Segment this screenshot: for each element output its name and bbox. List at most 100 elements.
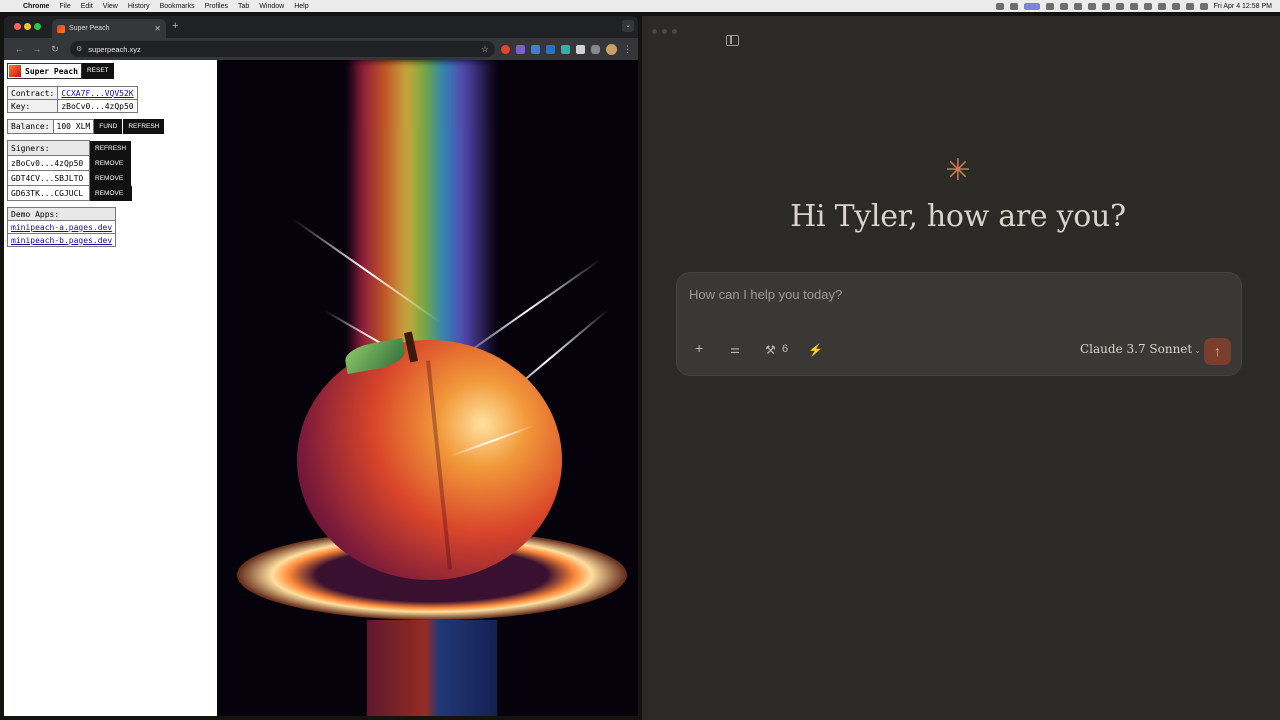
- menu-tab[interactable]: Tab: [233, 3, 254, 10]
- search-icon[interactable]: [1185, 2, 1194, 10]
- signer-id: GDT4CV...SBJLTO: [7, 170, 90, 186]
- status-icon[interactable]: [1143, 2, 1152, 10]
- extension-icon[interactable]: [561, 44, 570, 54]
- menu-app-name[interactable]: Chrome: [18, 3, 54, 10]
- remove-signer-button[interactable]: REMOVE: [90, 170, 132, 186]
- signers-table: Signers: REFRESH zBoCv0...4zQp50 REMOVE …: [7, 140, 132, 201]
- close-tab-icon[interactable]: ✕: [154, 24, 161, 33]
- menu-window[interactable]: Window: [254, 3, 289, 10]
- balance-label: Balance:: [7, 119, 54, 134]
- balance-value: 100 XLM: [52, 119, 95, 134]
- contract-link[interactable]: CCXA7F...VQV52K: [61, 89, 133, 98]
- chrome-menu-icon[interactable]: ⋮: [623, 44, 632, 55]
- remove-signer-button[interactable]: REMOVE: [90, 185, 132, 201]
- window-close-dot[interactable]: [652, 29, 657, 34]
- status-icon[interactable]: [1009, 2, 1018, 10]
- signer-id: GD63TK...CGJUCL: [7, 185, 90, 201]
- forward-icon[interactable]: →: [28, 44, 46, 54]
- signer-row: GDT4CV...SBJLTO REMOVE: [7, 170, 132, 186]
- menu-bookmarks[interactable]: Bookmarks: [155, 3, 200, 10]
- favicon-icon: [57, 24, 65, 33]
- extensions-puzzle-icon[interactable]: [591, 44, 600, 54]
- signers-refresh-button[interactable]: REFRESH: [90, 140, 132, 156]
- control-center-icon[interactable]: [1199, 2, 1208, 10]
- peach-artwork-image: [217, 60, 638, 716]
- signers-label: Signers:: [7, 140, 90, 156]
- arrow-up-icon: ↑: [1214, 343, 1221, 359]
- extension-icon[interactable]: [576, 44, 585, 54]
- sidebar-toggle-icon[interactable]: [726, 35, 739, 46]
- menu-clock[interactable]: Fri Apr 4 12:58 PM: [1214, 3, 1272, 10]
- settings-sliders-icon[interactable]: ⚌: [730, 342, 740, 358]
- minimize-window-icon[interactable]: [24, 23, 31, 30]
- demo-app-link[interactable]: minipeach-a.pages.dev: [11, 223, 112, 232]
- tab-search-icon[interactable]: ⌄: [622, 20, 634, 32]
- tab-title: Super Peach: [69, 25, 110, 32]
- extension-icon[interactable]: [531, 44, 540, 54]
- contract-label: Contract:: [6, 86, 59, 100]
- greeting: Hi Tyler, how are you?: [790, 199, 1126, 234]
- model-name: Claude 3.7 Sonnet: [1080, 342, 1193, 356]
- extension-icon[interactable]: [516, 44, 525, 54]
- extensions-area: [501, 44, 600, 54]
- signer-row: zBoCv0...4zQp50 REMOVE: [7, 155, 132, 171]
- send-button[interactable]: ↑: [1204, 338, 1231, 365]
- screen-record-icon[interactable]: [1023, 2, 1040, 10]
- menu-file[interactable]: File: [54, 3, 75, 10]
- status-icon[interactable]: [1129, 2, 1138, 10]
- balance-table: Balance: 100 XLM: [7, 119, 95, 134]
- battery-icon[interactable]: [1157, 2, 1166, 10]
- close-window-icon[interactable]: [14, 23, 21, 30]
- reset-button[interactable]: RESET: [81, 63, 114, 79]
- back-icon[interactable]: ←: [10, 44, 28, 54]
- extension-icon[interactable]: [501, 44, 510, 54]
- demo-app-link[interactable]: minipeach-b.pages.dev: [11, 236, 112, 245]
- menu-help[interactable]: Help: [289, 3, 313, 10]
- model-selector[interactable]: Claude 3.7 Sonnet ⌄: [1080, 342, 1201, 356]
- status-icon[interactable]: [1115, 2, 1124, 10]
- extension-icon[interactable]: [546, 44, 555, 54]
- profile-avatar[interactable]: [606, 43, 617, 55]
- demo-apps-table: Demo Apps: minipeach-a.pages.dev minipea…: [6, 207, 117, 247]
- window-zoom-dot[interactable]: [672, 29, 677, 34]
- site-info-icon[interactable]: ⚙: [76, 45, 82, 53]
- status-icon[interactable]: [1073, 2, 1082, 10]
- tools-count[interactable]: 6: [782, 343, 788, 355]
- status-icon[interactable]: [1045, 2, 1054, 10]
- menu-bar: Chrome File Edit View History Bookmarks …: [0, 0, 1280, 12]
- add-attachment-icon[interactable]: +: [695, 340, 703, 356]
- bottom-beam: [367, 620, 497, 716]
- browser-toolbar: ← → ↻ ⚙ superpeach.xyz ☆ ⋮: [4, 38, 638, 60]
- balance-refresh-button[interactable]: REFRESH: [123, 119, 165, 134]
- bookmark-star-icon[interactable]: ☆: [481, 44, 489, 55]
- fund-button[interactable]: FUND: [94, 119, 123, 134]
- menu-edit[interactable]: Edit: [76, 3, 98, 10]
- page-viewport: Super Peach RESET Contract: CCXA7F...VQV…: [4, 60, 638, 716]
- brand-title: Super Peach: [25, 66, 78, 76]
- wifi-icon[interactable]: [1171, 2, 1180, 10]
- signer-row: GD63TK...CGJUCL REMOVE: [7, 185, 132, 201]
- integrations-plug-icon[interactable]: ⚡: [808, 342, 823, 358]
- status-icon[interactable]: [1059, 2, 1068, 10]
- tools-hammer-icon[interactable]: ⚒: [765, 342, 776, 358]
- tab-super-peach[interactable]: Super Peach ✕: [52, 19, 166, 38]
- tab-strip: Super Peach ✕ + ⌄: [4, 16, 638, 38]
- status-icon[interactable]: [995, 2, 1004, 10]
- claude-logo-icon: ✳: [945, 154, 971, 187]
- status-icon[interactable]: [1101, 2, 1110, 10]
- wallet-panel: Super Peach RESET Contract: CCXA7F...VQV…: [4, 60, 217, 716]
- url-text[interactable]: superpeach.xyz: [88, 45, 481, 54]
- address-bar[interactable]: ⚙ superpeach.xyz ☆: [70, 41, 495, 57]
- status-icon[interactable]: [1087, 2, 1096, 10]
- fullscreen-window-icon[interactable]: [34, 23, 41, 30]
- menu-profiles[interactable]: Profiles: [200, 3, 233, 10]
- super-peach-logo-icon: [9, 65, 21, 77]
- menu-history[interactable]: History: [123, 3, 155, 10]
- remove-signer-button[interactable]: REMOVE: [90, 155, 132, 171]
- window-minimize-dot[interactable]: [662, 29, 667, 34]
- menu-view[interactable]: View: [98, 3, 123, 10]
- demo-apps-label: Demo Apps:: [6, 207, 117, 221]
- reload-icon[interactable]: ↻: [46, 44, 64, 55]
- prompt-input[interactable]: [689, 287, 1209, 302]
- new-tab-icon[interactable]: +: [172, 20, 178, 32]
